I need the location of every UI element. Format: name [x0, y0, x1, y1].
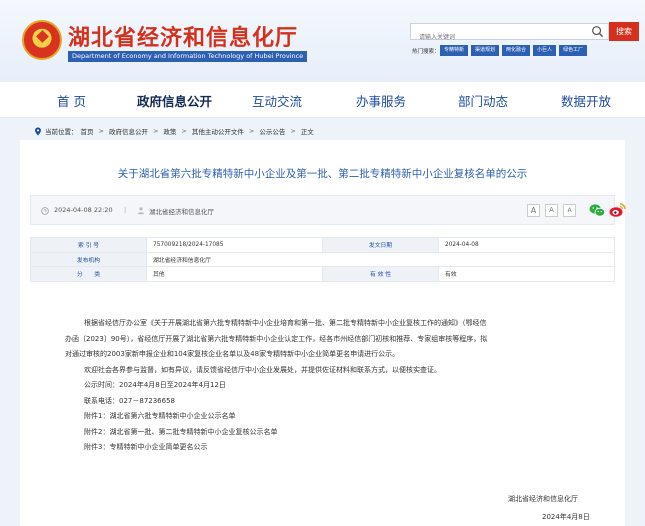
- publish-source: 湖北省经济和信息化厅: [149, 208, 214, 216]
- site-title[interactable]: 湖北省经济和信息化厅: [68, 20, 298, 52]
- font-size-medium-button[interactable]: A: [545, 204, 558, 217]
- breadcrumb-item[interactable]: 首页: [81, 126, 94, 136]
- info-key: 发布机构: [30, 251, 147, 267]
- hot-tag[interactable]: 专精特新: [440, 45, 469, 56]
- article-title: 关于湖北省第六批专精特新中小企业及第一批、第二批专精特新中小企业复核名单的公示: [117, 168, 528, 180]
- site-header: 湖北省经济和信息化厅 Department of Economy and Inf…: [0, 0, 645, 82]
- article-body: 办函〔2023〕90号），省经信厅开展了湖北省第六批专精特新中小企业认定工作，经…: [65, 332, 593, 363]
- body-line: 根据省经信厅办公室《关于开展湖北省第六批专精特新中小企业培育和第一批、第二批专精…: [84, 319, 487, 327]
- search-icon[interactable]: [591, 25, 604, 38]
- info-key: 有 效 性: [322, 266, 439, 282]
- body-line: 欢迎社会各界参与监督，如有异议，请反馈省经信厅中小企业发展处，并提供佐证材料和联…: [84, 365, 441, 374]
- article-body: 根据省经信厅办公室《关于开展湖北省第六批专精特新中小企业培育和第一批、第二批专精…: [84, 316, 612, 332]
- breadcrumb-item-current: 正文: [300, 128, 314, 136]
- body-line: 办函〔2023〕90号），省经信厅开展了湖北省第六批专精特新中小企业认定工作，经…: [65, 334, 488, 343]
- hot-tag[interactable]: 两化融合: [502, 45, 531, 56]
- notice-period: 公示时间：2024年4月8日至2024年4月12日: [84, 381, 226, 389]
- weibo-share-icon[interactable]: [609, 202, 626, 218]
- info-value: 2024-04-08: [438, 237, 615, 253]
- attachment-link[interactable]: 附件1：湖北省第六批专精特新中小企业公示名单: [84, 409, 612, 425]
- wechat-share-icon[interactable]: [589, 203, 605, 218]
- signature-date: 2024年4月8日: [542, 513, 590, 521]
- clock-icon: [41, 207, 49, 215]
- nav-item-home[interactable]: 首 页: [57, 91, 86, 110]
- info-key: 索 引 号: [30, 237, 147, 253]
- main-nav: 首 页 政府信息公开 互动交流 办事服务 部门动态 数据开放: [0, 82, 645, 118]
- publish-date: 2024-04-08 22:20: [54, 206, 113, 214]
- breadcrumb-separator: >: [152, 127, 159, 135]
- info-key: 分 类: [30, 266, 147, 282]
- hot-search-label: 热门搜索：: [412, 49, 440, 55]
- contact-phone: 联系电话：027－87236658: [84, 396, 175, 405]
- signature-org: 湖北省经济和信息化厅: [508, 495, 578, 503]
- breadcrumb-separator: >: [290, 127, 296, 135]
- breadcrumb-separator: >: [181, 127, 187, 135]
- source-icon: [137, 207, 145, 215]
- body-line: 对通过审核的2003家新申报企业和104家复核企业名单以及48家专精特新中小企业…: [65, 350, 400, 358]
- hot-tag[interactable]: 渠道规划: [471, 45, 500, 56]
- document-info-table: 索 引 号 757009218/2024-17085 发文日期 2024-04-…: [30, 237, 615, 282]
- info-value: 757009218/2024-17085: [146, 237, 323, 253]
- breadcrumb-item[interactable]: 政府信息公开: [109, 126, 148, 136]
- search-input[interactable]: [411, 30, 581, 45]
- table-row: 索 引 号 757009218/2024-17085 发文日期 2024-04-…: [30, 237, 615, 253]
- breadcrumb-prefix: 当前位置：: [45, 128, 78, 136]
- breadcrumb: 当前位置： 首页 > 政府信息公开 > 政策 > 其他主动公开文件 > 公示公告…: [34, 126, 314, 136]
- article-card: 关于湖北省第六批专精特新中小企业及第一批、第二批专精特新中小企业复核名单的公示 …: [20, 140, 626, 526]
- breadcrumb-separator: >: [98, 127, 104, 135]
- nav-item-interaction[interactable]: 互动交流: [252, 91, 302, 110]
- article-body: 欢迎社会各界参与监督，如有异议，请反馈省经信厅中小企业发展处，并提供佐证材料和联…: [84, 363, 612, 456]
- attachment-link[interactable]: 附件3：专精特新中小企业简单更名公示: [84, 440, 612, 456]
- breadcrumb-item[interactable]: 公示公告: [259, 126, 285, 136]
- site-subtitle: Department of Economy and Information Te…: [68, 51, 308, 62]
- meta-divider: |: [124, 206, 127, 214]
- info-key: 发文日期: [322, 237, 439, 253]
- search-button[interactable]: 搜索: [609, 22, 639, 41]
- breadcrumb-item[interactable]: 其他主动公开文件: [192, 126, 244, 136]
- hot-tag[interactable]: 绿色工厂: [559, 45, 588, 56]
- location-pin-icon: [35, 126, 41, 136]
- nav-item-gov-info[interactable]: 政府信息公开: [137, 91, 212, 110]
- nav-item-open-data[interactable]: 数据开放: [561, 91, 611, 110]
- breadcrumb-separator: >: [248, 127, 255, 135]
- info-value: 湖北省经济和信息化厅: [146, 251, 615, 267]
- article-meta-bar: 2024-04-08 22:20 | 湖北省经济和信息化厅 A A A: [30, 195, 626, 225]
- table-row: 发布机构 湖北省经济和信息化厅: [30, 251, 615, 267]
- nav-item-services[interactable]: 办事服务: [356, 91, 406, 110]
- info-value: 其他: [146, 266, 323, 282]
- hot-search-tags: 专精特新 渠道规划 两化融合 小巨人 绿色工厂: [440, 45, 588, 56]
- attachment-link[interactable]: 附件2：湖北省第一批、第二批专精特新中小企业复核公示名单: [84, 425, 612, 441]
- search-box: [410, 23, 609, 45]
- font-size-large-button[interactable]: A: [527, 204, 540, 217]
- breadcrumb-item[interactable]: 政策: [163, 126, 176, 136]
- nav-item-news[interactable]: 部门动态: [458, 91, 508, 110]
- national-emblem-icon: [22, 20, 62, 60]
- info-value: 有效: [438, 266, 615, 282]
- table-row: 分 类 其他 有 效 性 有效: [30, 266, 615, 282]
- font-size-small-button[interactable]: A: [563, 204, 576, 217]
- hot-tag[interactable]: 小巨人: [533, 45, 557, 56]
